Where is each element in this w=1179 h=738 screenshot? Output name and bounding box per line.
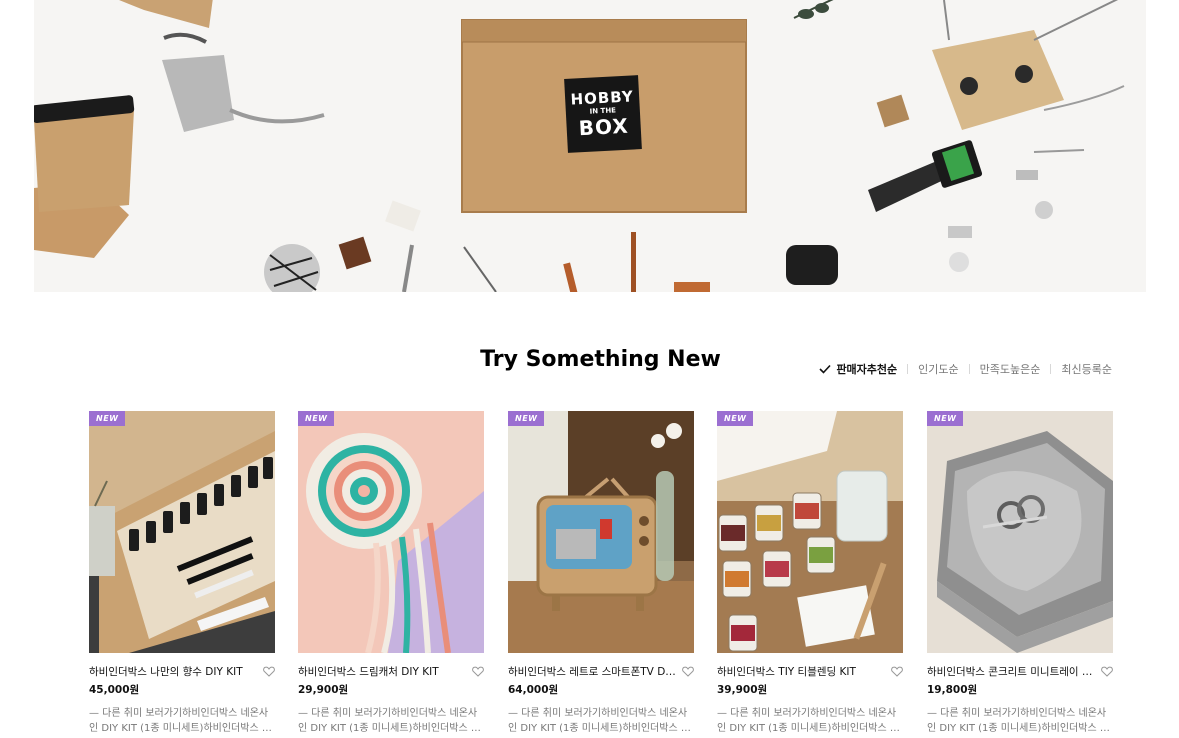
product-card[interactable]: NEW 하비인더박스 콘크리트 미니트레이 DIY KIT 19,800원 — … bbox=[927, 411, 1113, 736]
tea-blending-kit-image bbox=[717, 411, 903, 653]
product-card[interactable]: NEW 하비인더박스 TIY 티블렌딩 KIT 39,900원 — 다른 취미 … bbox=[717, 411, 903, 736]
product-description: — 다른 취미 보러가기하비인더박스 네온사인 DIY KIT (1종 미니세트… bbox=[508, 708, 691, 734]
product-price: 19,800원 bbox=[927, 684, 978, 696]
sort-option-newest[interactable]: 최신등록순 bbox=[1061, 361, 1112, 377]
product-description: — 다른 취미 보러가기하비인더박스 네온사인 DIY KIT (1종 미니세트… bbox=[89, 708, 272, 734]
heart-icon[interactable] bbox=[682, 666, 694, 677]
product-name[interactable]: 하비인더박스 레트로 스마트폰TV DIY KIT bbox=[508, 664, 678, 679]
product-grid: NEW 하비인더박스 나만의 향수 DIY KIT 45,000원 — 다른 취… bbox=[89, 411, 1113, 738]
dreamcatcher-kit-image bbox=[298, 411, 484, 653]
product-card[interactable]: NEW 하비인더박스 레트로 스마트폰TV DIY KIT 64,000원 — … bbox=[508, 411, 694, 736]
product-image[interactable]: NEW bbox=[927, 411, 1113, 653]
check-icon bbox=[819, 364, 832, 374]
sort-option-recommended[interactable]: 판매자추천순 bbox=[819, 361, 897, 377]
sort-options: 판매자추천순 인기도순 만족도높은순 최신등록순 bbox=[819, 361, 1112, 377]
sort-option-label: 만족도높은순 bbox=[979, 363, 1041, 376]
product-card[interactable]: NEW 하비인더박스 드림캐처 DIY KIT 29,900원 — 다른 취미 … bbox=[298, 411, 484, 736]
product-image[interactable]: NEW bbox=[717, 411, 903, 653]
product-image[interactable]: NEW bbox=[508, 411, 694, 653]
hero-banner[interactable]: HOBBY IN THE BOX bbox=[34, 0, 1146, 292]
product-name[interactable]: 하비인더박스 TIY 티블렌딩 KIT bbox=[717, 664, 887, 679]
product-price: 45,000원 bbox=[89, 684, 140, 696]
product-name[interactable]: 하비인더박스 콘크리트 미니트레이 DIY KIT bbox=[927, 664, 1097, 679]
product-image[interactable]: NEW bbox=[89, 411, 275, 653]
product-image[interactable]: NEW bbox=[298, 411, 484, 653]
product-description: — 다른 취미 보러가기하비인더박스 네온사인 DIY KIT (1종 미니세트… bbox=[717, 708, 900, 734]
divider bbox=[1050, 364, 1052, 374]
new-badge: NEW bbox=[927, 411, 964, 426]
sort-option-satisfaction[interactable]: 만족도높은순 bbox=[980, 361, 1041, 377]
product-name[interactable]: 하비인더박스 나만의 향수 DIY KIT bbox=[89, 664, 259, 679]
sort-option-popular[interactable]: 인기도순 bbox=[918, 361, 958, 377]
retro-tv-kit-image bbox=[508, 411, 694, 653]
new-badge: NEW bbox=[717, 411, 754, 426]
product-price: 39,900원 bbox=[717, 684, 768, 696]
product-card[interactable]: NEW 하비인더박스 나만의 향수 DIY KIT 45,000원 — 다른 취… bbox=[89, 411, 275, 736]
new-badge: NEW bbox=[89, 411, 126, 426]
heart-icon[interactable] bbox=[1101, 666, 1113, 677]
new-badge: NEW bbox=[298, 411, 335, 426]
new-badge: NEW bbox=[508, 411, 545, 426]
sort-option-label: 인기도순 bbox=[918, 363, 959, 376]
perfume-kit-image bbox=[89, 411, 275, 653]
product-price: 64,000원 bbox=[508, 684, 559, 696]
heart-icon[interactable] bbox=[263, 666, 275, 677]
divider bbox=[907, 364, 909, 374]
product-price: 29,900원 bbox=[298, 684, 349, 696]
concrete-tray-kit-image bbox=[927, 411, 1113, 653]
product-description: — 다른 취미 보러가기하비인더박스 네온사인 DIY KIT (1종 미니세트… bbox=[298, 708, 481, 734]
product-name[interactable]: 하비인더박스 드림캐처 DIY KIT bbox=[298, 664, 468, 679]
sort-option-label: 최신등록순 bbox=[1061, 363, 1112, 376]
brand-logo: HOBBY IN THE BOX bbox=[564, 75, 642, 153]
heart-icon[interactable] bbox=[891, 666, 903, 677]
sort-option-label: 판매자추천순 bbox=[836, 363, 898, 376]
heart-icon[interactable] bbox=[472, 666, 484, 677]
divider bbox=[968, 364, 970, 374]
product-description: — 다른 취미 보러가기하비인더박스 네온사인 DIY KIT (1종 미니세트… bbox=[927, 708, 1110, 734]
